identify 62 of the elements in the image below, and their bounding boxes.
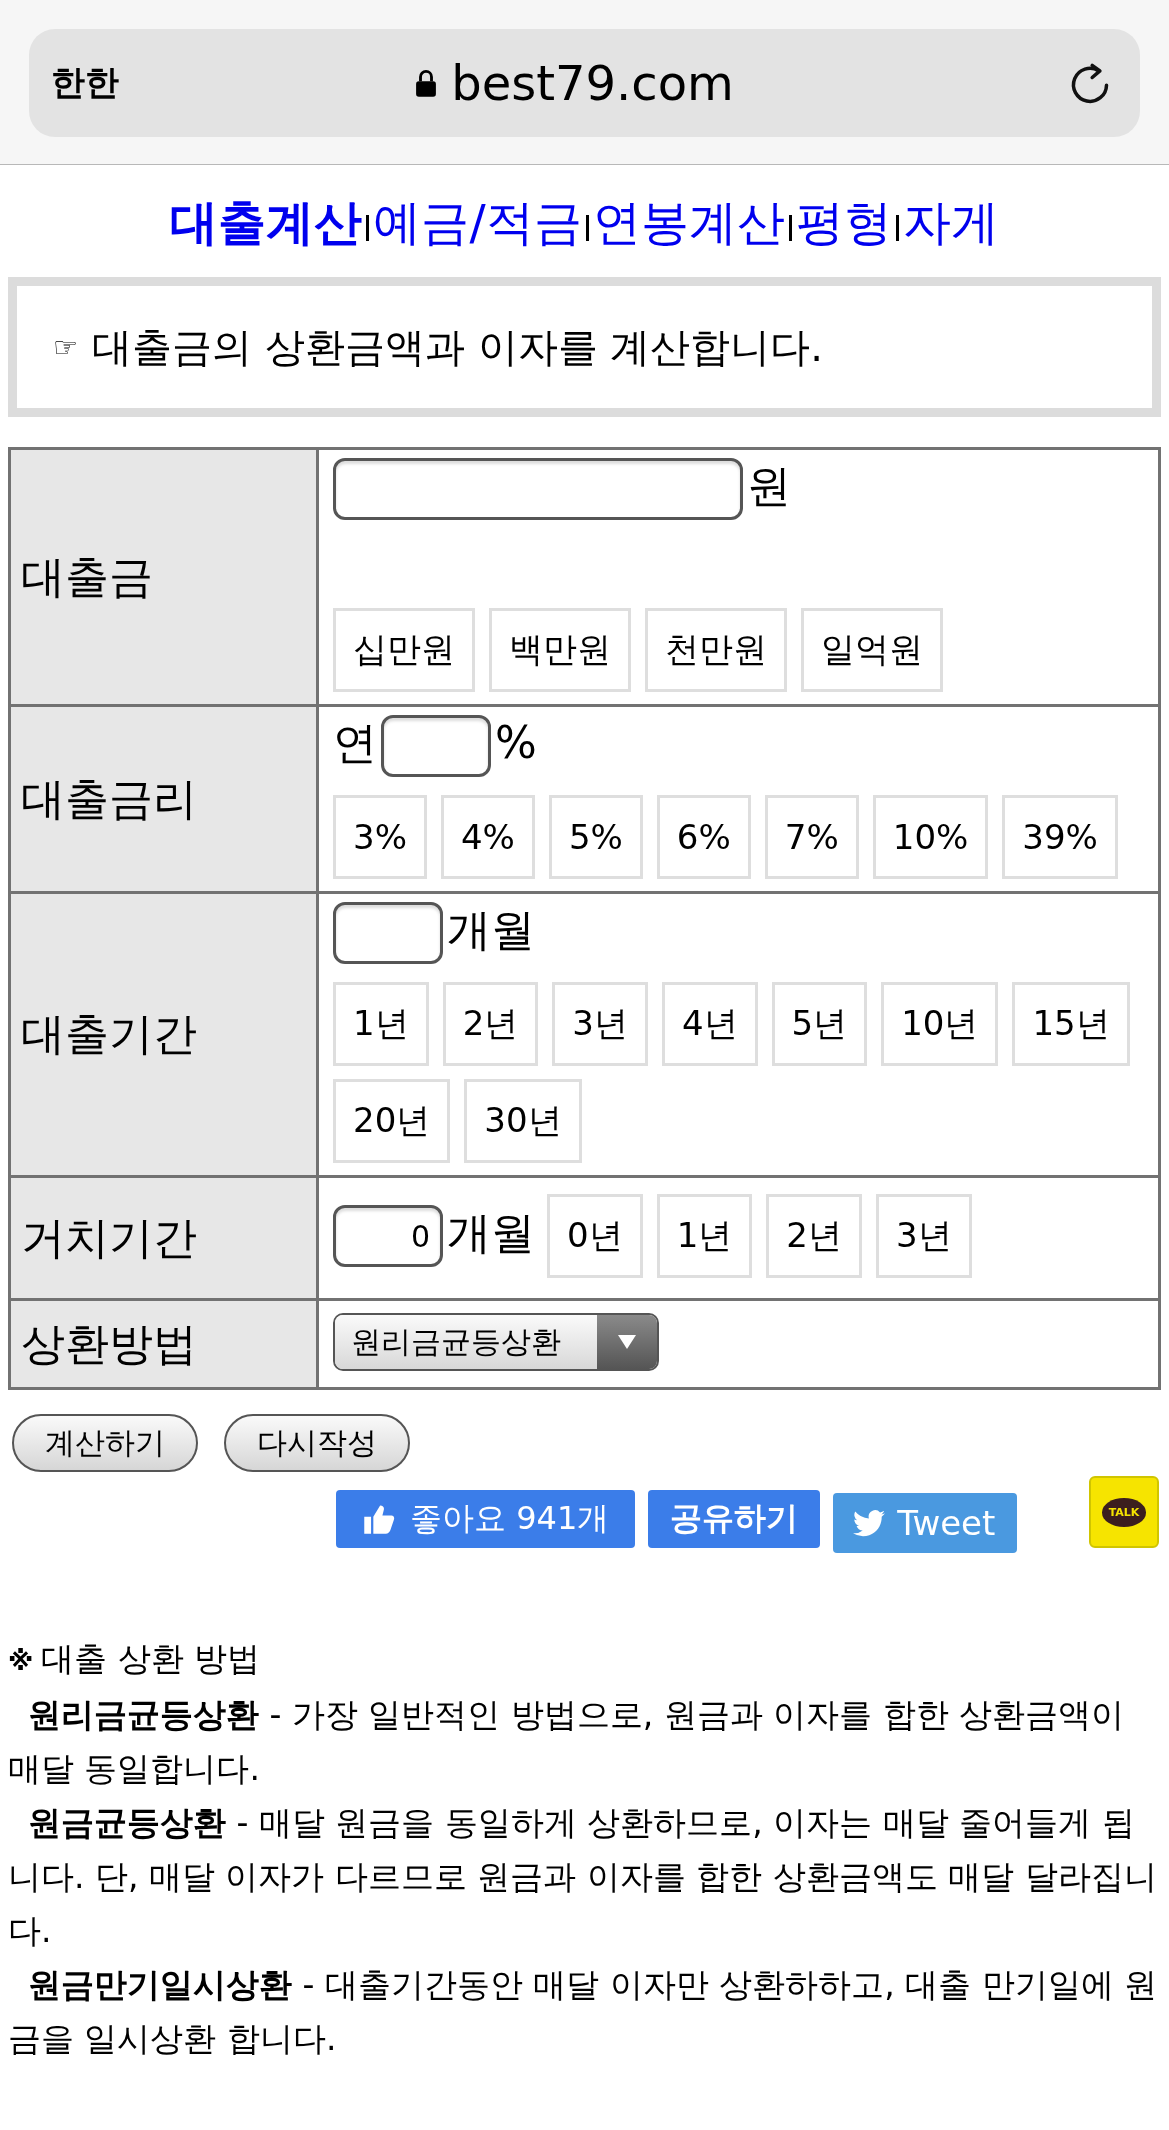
preset-button[interactable]: 천만원 xyxy=(645,608,787,692)
preset-button[interactable]: 15년 xyxy=(1012,982,1130,1066)
url-text: best79.com xyxy=(451,55,734,111)
nav-link[interactable]: 예금/적금 xyxy=(373,191,582,255)
preset-button[interactable]: 일억원 xyxy=(801,608,943,692)
preset-button[interactable]: 6% xyxy=(656,795,751,879)
nav-link[interactable]: 대출계산 xyxy=(170,191,363,255)
pointing-hand-icon: ☞ xyxy=(53,330,79,364)
field-label: 거치기간 xyxy=(9,1176,318,1300)
note-paragraph: 원리금균등상환 - 가장 일반적인 방법으로, 원금과 이자를 합한 상환금액이 매달 동일합니다. xyxy=(8,1694,1126,1790)
preset-button[interactable]: 3년 xyxy=(552,982,648,1066)
unit-label: % xyxy=(495,716,537,770)
field-label: 상환방법 xyxy=(9,1299,318,1389)
preset-button[interactable]: 4% xyxy=(440,795,535,879)
preset-button[interactable]: 39% xyxy=(1002,795,1118,879)
preset-button[interactable]: 0년 xyxy=(547,1194,643,1278)
note-paragraph: 원금균등상환 - 매달 원금을 동일하게 상환하므로, 이자는 매달 줄어들게 됩니다. 단, 매달 이자가 다르므로 원금과 이자를 합한 상환금액도 매달 달라집니다. xyxy=(8,1802,1158,1952)
note-paragraph: 원금만기일시상환 - 대출기간동안 매달 이자만 상환하하고, 대출 만기일에 원금을 일시상환 합니다. xyxy=(8,1964,1159,2060)
preset-button[interactable]: 십만원 xyxy=(333,608,475,692)
text-size-button[interactable]: 한한 xyxy=(51,60,311,106)
preset-button[interactable]: 10년 xyxy=(881,982,999,1066)
kakaotalk-button[interactable]: TALK xyxy=(1089,1476,1159,1548)
field-label: 대출금 xyxy=(9,448,318,706)
unit-label: 개월 xyxy=(447,1206,535,1260)
input-field[interactable] xyxy=(333,902,443,964)
preset-button[interactable]: 2년 xyxy=(442,982,539,1066)
intro-text: 대출금의 상환금액과 이자를 계산합니다. xyxy=(92,322,823,372)
action-button[interactable]: 계산하기 xyxy=(12,1414,198,1472)
preset-button[interactable]: 3% xyxy=(333,795,427,879)
nav-link[interactable]: 연봉계산 xyxy=(592,191,785,255)
nav-link[interactable]: 자게 xyxy=(902,191,999,255)
lock-icon xyxy=(415,68,438,98)
input-field[interactable] xyxy=(381,715,491,777)
preset-button[interactable]: 3년 xyxy=(875,1194,972,1278)
field-label: 대출기간 xyxy=(9,892,318,1177)
preset-button[interactable]: 1년 xyxy=(656,1194,753,1278)
preset-button[interactable]: 2년 xyxy=(766,1194,862,1278)
notes-heading: 대출 상환 방법 xyxy=(41,1638,261,1680)
nav-link[interactable]: 평형 xyxy=(795,191,892,255)
unit-label: 원 xyxy=(747,459,791,513)
input-field[interactable] xyxy=(333,458,743,520)
preset-button[interactable]: 30년 xyxy=(464,1079,582,1163)
share-button[interactable]: 공유하기 xyxy=(648,1490,821,1548)
preset-button[interactable]: 7% xyxy=(764,795,859,879)
address-bar[interactable]: 한한 best79.com xyxy=(29,29,1140,137)
preset-button[interactable]: 5년 xyxy=(771,982,868,1066)
reference-mark: ※ xyxy=(8,1645,34,1678)
preset-button[interactable]: 20년 xyxy=(333,1079,451,1163)
preset-button[interactable]: 1년 xyxy=(333,982,429,1066)
preset-button[interactable]: 백만원 xyxy=(489,608,631,692)
preset-button[interactable]: 5% xyxy=(548,795,643,879)
input-field[interactable]: 0 xyxy=(333,1205,443,1267)
bird-icon xyxy=(853,1509,886,1537)
preset-button[interactable]: 4년 xyxy=(661,982,758,1066)
field-label: 대출금리 xyxy=(9,705,318,893)
unit-label: 연 xyxy=(333,716,377,770)
dropdown-arrow-icon xyxy=(617,1334,637,1350)
action-button[interactable]: 다시작성 xyxy=(224,1414,410,1472)
method-dropdown[interactable]: 원리금균등상환 xyxy=(333,1313,659,1371)
unit-label: 개월 xyxy=(447,903,535,957)
preset-button[interactable]: 10% xyxy=(872,795,989,879)
like-button[interactable]: 좋아요 941개 xyxy=(336,1490,636,1548)
